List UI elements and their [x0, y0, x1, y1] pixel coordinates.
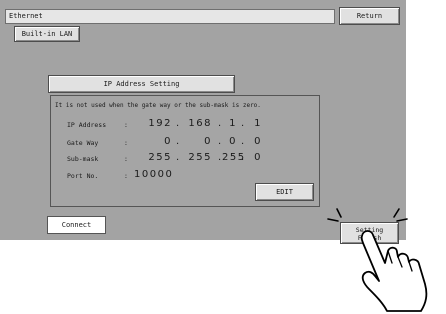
colon: : [124, 139, 128, 147]
sub-mask-label: Sub-mask [67, 155, 99, 163]
tab-built-in-lan[interactable]: Built-in LAN [14, 26, 80, 42]
connect-button[interactable]: Connect [47, 216, 106, 234]
dot: . [241, 118, 245, 129]
ip-octet-3[interactable]: 1 [222, 117, 237, 131]
dot: . [241, 136, 245, 147]
zero-note-text: It is not used when the gate way or the … [55, 102, 261, 109]
submask-octet-2[interactable]: 255 [180, 151, 212, 165]
gateway-octet-1[interactable]: 0 [136, 135, 172, 149]
dot: . [176, 118, 180, 129]
gateway-octet-4[interactable]: 0 [247, 135, 262, 149]
ip-octet-1[interactable]: 192 [136, 117, 172, 131]
window-title: Ethernet [5, 9, 335, 24]
pointing-hand-icon [327, 208, 428, 312]
submask-octet-3[interactable]: 255 [222, 151, 244, 165]
dot: . [176, 152, 180, 163]
dot: . [218, 118, 222, 129]
dot: . [218, 136, 222, 147]
ip-address-setting-header: IP Address Setting [48, 75, 235, 93]
colon: : [124, 121, 128, 129]
return-button[interactable]: Return [339, 7, 400, 25]
edit-button[interactable]: EDIT [255, 183, 314, 201]
submask-octet-4[interactable]: 0 [247, 151, 262, 165]
gateway-octet-2[interactable]: 0 [180, 135, 212, 149]
dot: . [176, 136, 180, 147]
ip-octet-2[interactable]: 168 [180, 117, 212, 131]
colon: : [124, 155, 128, 163]
port-no-label: Port No. [67, 172, 99, 180]
port-number-value[interactable]: 10000 [134, 168, 194, 182]
ip-octet-4[interactable]: 1 [247, 117, 262, 131]
gate-way-label: Gate Way [67, 139, 99, 147]
dot: . [241, 152, 245, 163]
ip-address-label: IP Address [67, 121, 107, 129]
dot: . [218, 152, 222, 163]
submask-octet-1[interactable]: 255 [136, 151, 172, 165]
gateway-octet-3[interactable]: 0 [222, 135, 237, 149]
colon: : [124, 172, 128, 180]
